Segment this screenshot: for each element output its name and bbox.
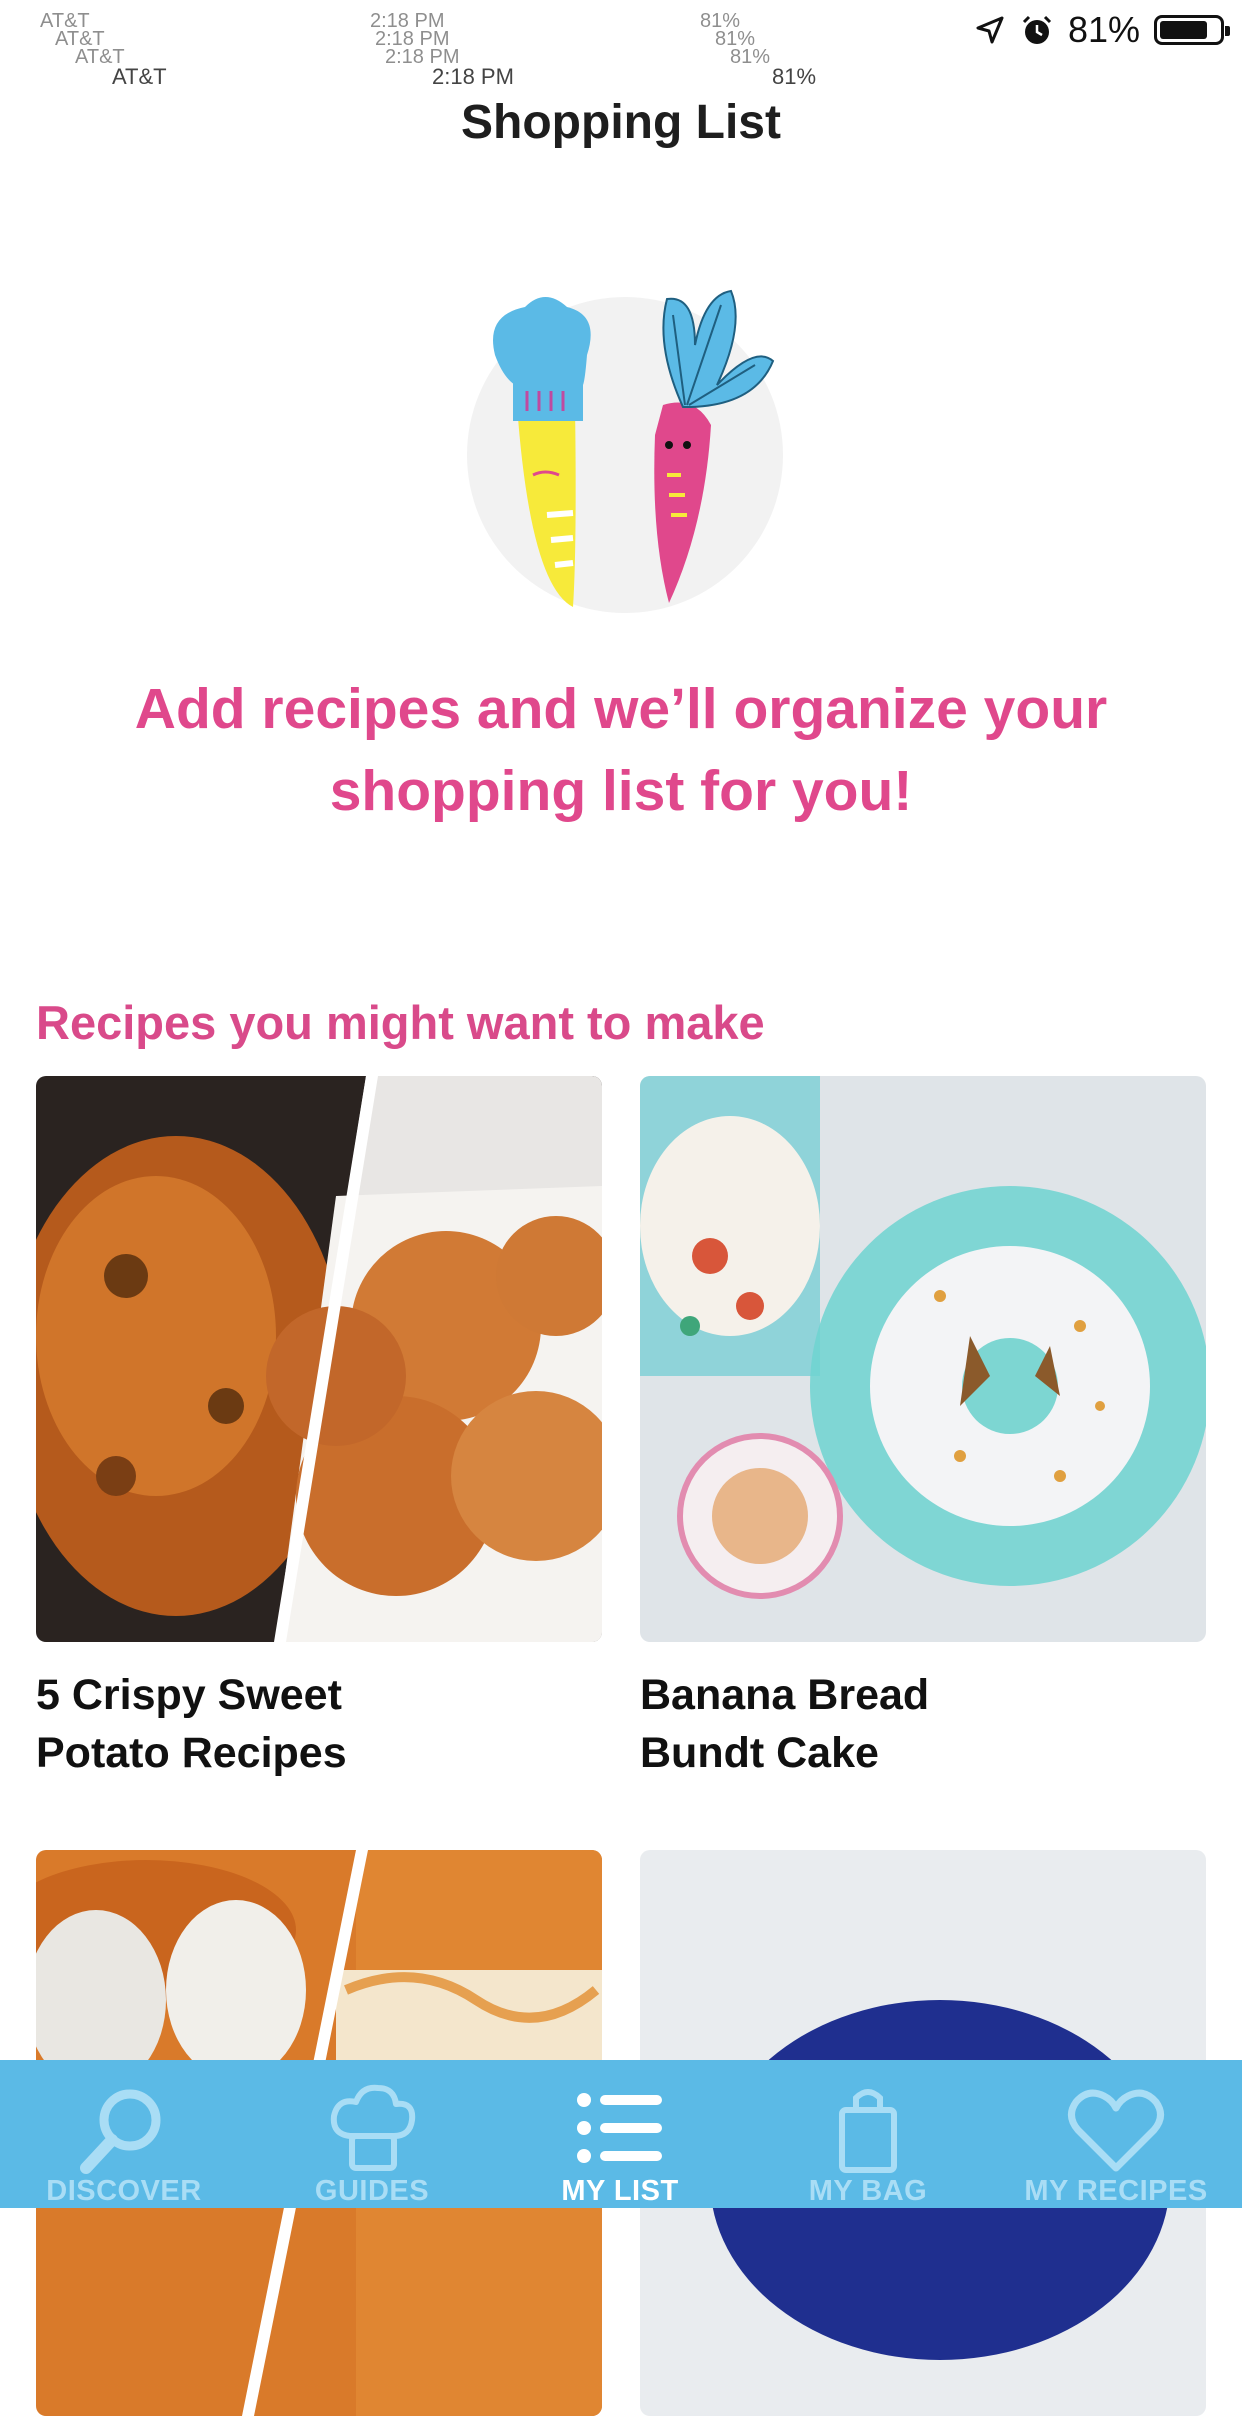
tab-guides[interactable]: GUIDES	[248, 2060, 496, 2208]
battery-label: 81%	[772, 64, 817, 89]
status-ghost-row: AT&T 2:18 PM 81%	[0, 28, 900, 46]
time-label: 2:18 PM	[375, 28, 450, 46]
chef-hat-icon	[330, 2084, 416, 2171]
tab-label: DISCOVER	[46, 2175, 202, 2207]
page-title: Shopping List	[461, 96, 781, 149]
alarm-icon	[1022, 15, 1051, 44]
time-label: 2:18 PM	[432, 64, 514, 89]
battery-label: 81%	[715, 28, 756, 46]
recipe-image-sweet-potato[interactable]	[36, 1076, 602, 1642]
tab-label: MY RECIPES	[1024, 2175, 1208, 2207]
carrier-label: AT&T	[112, 64, 167, 89]
tab-label: MY LIST	[561, 2175, 679, 2207]
status-ghost-row: AT&T 2:18 PM 81%	[0, 10, 900, 28]
status-ghost-main: AT&T 2:18 PM 81%	[0, 62, 900, 96]
location-arrow-icon	[976, 16, 1004, 44]
battery-percent: 81%	[1067, 9, 1140, 50]
recommendations-heading: Recipes you might want to make	[36, 996, 765, 1049]
empty-state-message: Add recipes and we’ll organize your shop…	[134, 677, 1108, 823]
list-icon	[577, 2093, 662, 2163]
shopping-bag-icon	[839, 2089, 897, 2173]
battery-icon	[1154, 15, 1230, 45]
tab-label: GUIDES	[314, 2175, 430, 2207]
tab-label: MY BAG	[808, 2175, 928, 2207]
carrier-label: AT&T	[40, 10, 90, 28]
tab-discover[interactable]: DISCOVER	[0, 2060, 248, 2208]
tab-my-bag[interactable]: MY BAG	[744, 2060, 992, 2208]
tab-my-recipes[interactable]: MY RECIPES	[992, 2060, 1240, 2208]
search-icon	[80, 2089, 161, 2174]
recipe-title[interactable]: 5 Crispy Sweet Potato Recipes	[36, 1666, 602, 1782]
time-label: 2:18 PM	[370, 10, 445, 28]
recipe-image-bundt-cake[interactable]	[640, 1076, 1206, 1642]
status-right: 81%	[974, 9, 1230, 50]
empty-list-illustration	[467, 289, 783, 613]
carrier-label: AT&T	[55, 28, 105, 46]
battery-label: 81%	[700, 10, 741, 28]
tab-my-list[interactable]: MY LIST	[496, 2060, 744, 2208]
recipe-title[interactable]: Banana Bread Bundt Cake	[640, 1666, 1206, 1782]
status-bar: AT&T 2:18 PM 81% AT&T 2:18 PM 81% AT&T 2…	[0, 0, 1242, 89]
tab-bar: DISCOVER GUIDES MY LIST MY BAG MY RECIPE…	[0, 2060, 1242, 2208]
status-bar-ghost: AT&T 2:18 PM 81% AT&T 2:18 PM 81% AT&T 2…	[0, 0, 900, 95]
heart-icon	[1068, 2089, 1164, 2172]
